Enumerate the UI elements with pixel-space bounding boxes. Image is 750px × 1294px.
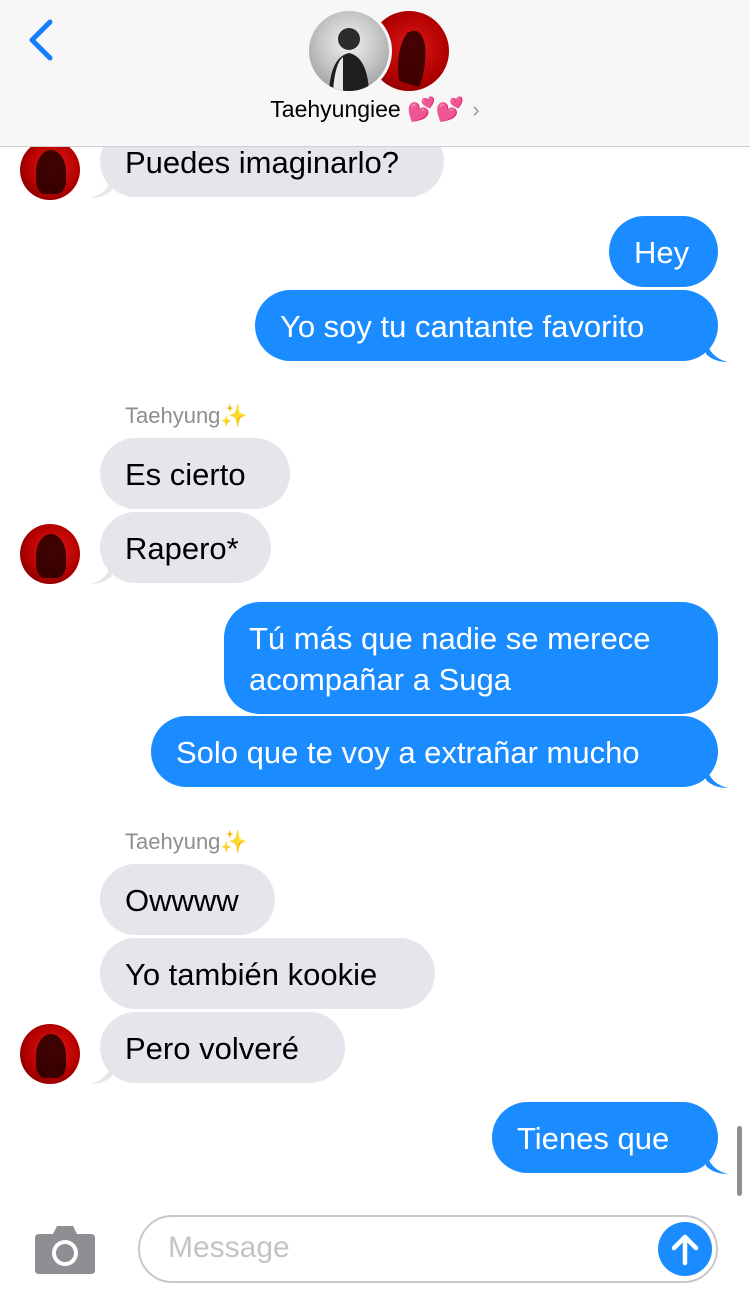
send-button[interactable]	[658, 1222, 712, 1276]
camera-button[interactable]	[33, 1222, 97, 1276]
send-arrow-icon	[671, 1234, 699, 1266]
message-text: Solo que te voy a extrañar mucho	[176, 735, 640, 770]
message-input[interactable]: Message	[138, 1215, 718, 1283]
group-avatars[interactable]	[306, 8, 452, 94]
sender-name: Taehyung✨	[125, 829, 248, 854]
incoming-message[interactable]: Owwww	[100, 864, 275, 935]
sender-avatar[interactable]	[20, 1024, 80, 1084]
incoming-message[interactable]: Rapero*	[100, 512, 271, 583]
sender-name: Taehyung✨	[125, 403, 248, 428]
conversation-header: Taehyungiee 💕💕 ›	[0, 0, 750, 147]
message-text: Es cierto	[125, 457, 246, 492]
message-text: Hey	[634, 235, 690, 270]
message-text: Tú más que nadie se merece acompañar a S…	[249, 621, 651, 697]
bubble-tail	[706, 340, 728, 362]
message-text: Yo también kookie	[125, 957, 378, 992]
back-button[interactable]	[22, 16, 62, 64]
incoming-message[interactable]: Pero volveré	[100, 1012, 345, 1083]
contact-name: Taehyungiee 💕💕	[270, 96, 465, 122]
contact-name-button[interactable]: Taehyungiee 💕💕 ›	[0, 96, 750, 123]
outgoing-message[interactable]: Hey	[609, 216, 718, 287]
sender-avatar[interactable]	[20, 524, 80, 584]
outgoing-message[interactable]: Yo soy tu cantante favorito	[255, 290, 718, 361]
message-text: Yo soy tu cantante favorito	[280, 309, 645, 344]
message-text: Pero volveré	[125, 1031, 300, 1066]
scrollbar[interactable]	[737, 1126, 742, 1196]
message-text: Puedes imaginarlo?	[125, 145, 400, 180]
message-text: Owwww	[125, 883, 239, 918]
bubble-tail	[90, 176, 112, 198]
bubble-tail	[706, 1152, 728, 1174]
outgoing-message[interactable]: Tú más que nadie se merece acompañar a S…	[224, 602, 718, 714]
message-text: Tienes que	[517, 1121, 670, 1156]
bubble-tail	[706, 766, 728, 788]
incoming-message[interactable]: Yo también kookie	[100, 938, 435, 1009]
contact-avatar	[306, 8, 392, 94]
message-text: Rapero*	[125, 531, 239, 566]
chevron-left-icon	[29, 19, 53, 61]
bubble-tail	[90, 1062, 112, 1084]
outgoing-message[interactable]: Solo que te voy a extrañar mucho	[151, 716, 718, 787]
outgoing-message[interactable]: Tienes que	[492, 1102, 718, 1173]
sender-avatar[interactable]	[20, 140, 80, 200]
incoming-message[interactable]: Es cierto	[100, 438, 290, 509]
chevron-right-icon: ›	[472, 97, 480, 122]
bubble-tail	[90, 562, 112, 584]
message-placeholder: Message	[168, 1231, 290, 1264]
camera-icon	[35, 1226, 95, 1274]
